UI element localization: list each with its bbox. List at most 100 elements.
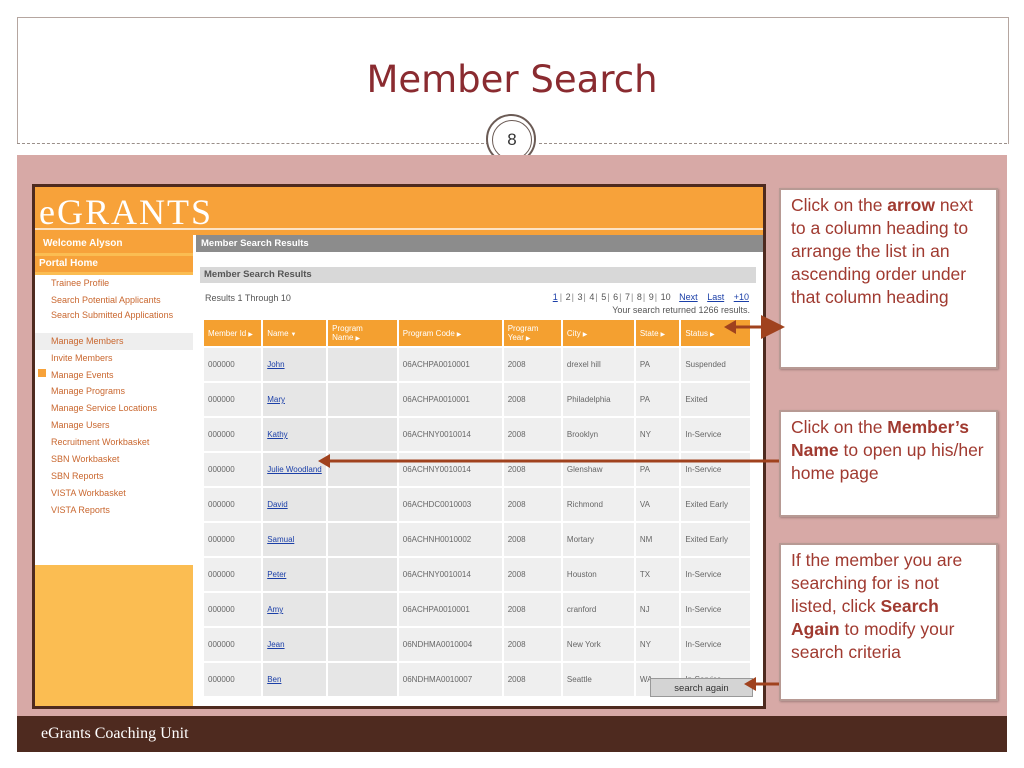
sidebar-item-sbn-workbasket[interactable]: SBN Workbasket: [35, 451, 193, 468]
member-name-link[interactable]: David: [267, 500, 287, 509]
column-header-name[interactable]: Name ▼: [263, 320, 327, 346]
member-name-link[interactable]: Peter: [267, 570, 286, 579]
sort-arrow-icon[interactable]: ▶: [661, 332, 666, 338]
cell-program-name: [328, 488, 397, 521]
main-content: Member Search Results Member Search Resu…: [196, 235, 763, 706]
cell-name: David: [263, 488, 327, 521]
column-header-program-name[interactable]: Program Name ▶: [328, 320, 397, 346]
callout-text: Click on the: [791, 195, 888, 215]
page-link-10[interactable]: 10: [661, 292, 671, 302]
page-link-6[interactable]: 6: [613, 292, 618, 302]
page-link-3[interactable]: 3: [578, 292, 583, 302]
cell-state: TX: [635, 558, 680, 591]
cell-program-name: [328, 523, 397, 556]
sidebar-item-vista-reports[interactable]: VISTA Reports: [35, 502, 193, 519]
cell-member-id: 000000: [204, 663, 262, 696]
member-name-link[interactable]: Amy: [267, 605, 283, 614]
table-row: 000000 Jean 06NDHMA0010004 2008 New York…: [204, 628, 750, 661]
sidebar-item-invite-members[interactable]: Invite Members: [35, 350, 193, 367]
sort-arrow-icon[interactable]: ▶: [583, 332, 588, 338]
cell-city: Brooklyn: [562, 418, 634, 451]
cell-name: Ben: [263, 663, 327, 696]
page-link-2[interactable]: 2: [566, 292, 571, 302]
app-screenshot: eGRANTS Welcome Alyson Portal Home Train…: [32, 184, 766, 709]
sidebar-item-manage-members[interactable]: Manage Members: [35, 332, 193, 350]
member-name-link[interactable]: Samual: [267, 535, 294, 544]
sort-arrow-icon[interactable]: ▶: [710, 332, 715, 338]
cell-program-year: 2008: [503, 523, 561, 556]
cell-member-id: 000000: [204, 593, 262, 626]
cell-status: In-Service: [681, 558, 750, 591]
member-name-link[interactable]: Jean: [267, 640, 284, 649]
table-row: 000000 David 06ACHDC0010003 2008 Richmon…: [204, 488, 750, 521]
cell-name: Mary: [263, 383, 327, 416]
sidebar-item-manage-service-locations[interactable]: Manage Service Locations: [35, 400, 193, 417]
sidebar: Welcome Alyson Portal Home Trainee Profi…: [35, 235, 193, 706]
cell-name: Peter: [263, 558, 327, 591]
egrants-logo: eGRANTS: [39, 192, 213, 232]
cell-status: In-Service: [681, 628, 750, 661]
sidebar-item-sbn-reports[interactable]: SBN Reports: [35, 468, 193, 485]
sort-arrow-icon[interactable]: ▶: [526, 336, 531, 342]
member-name-link[interactable]: John: [267, 360, 284, 369]
cell-name: Jean: [263, 628, 327, 661]
search-again-button[interactable]: search again: [650, 678, 753, 697]
sort-arrow-icon[interactable]: ▶: [248, 332, 253, 338]
column-header-program-code[interactable]: Program Code ▶: [398, 320, 502, 346]
cell-city: New York: [562, 628, 634, 661]
sidebar-item-vista-workbasket[interactable]: VISTA Workbasket: [35, 485, 193, 502]
cell-program-name: [328, 453, 397, 486]
cell-program-code: 06ACHDC0010003: [398, 488, 502, 521]
cell-program-code: 06NDHMA0010007: [398, 663, 502, 696]
sort-arrow-icon[interactable]: ▶: [355, 336, 360, 342]
next-page-link[interactable]: Next: [679, 292, 698, 302]
cell-program-year: 2008: [503, 628, 561, 661]
page-link-8[interactable]: 8: [637, 292, 642, 302]
column-header-status[interactable]: Status ▶: [681, 320, 750, 346]
sidebar-item-manage-users[interactable]: Manage Users: [35, 417, 193, 434]
results-section-header: Member Search Results: [200, 267, 756, 283]
cell-program-name: [328, 663, 397, 696]
cell-program-code: 06ACHPA0010001: [398, 348, 502, 381]
cell-status: Exited Early: [681, 523, 750, 556]
active-item-bullet-icon: [38, 369, 46, 377]
column-header-city[interactable]: City ▶: [562, 320, 634, 346]
cell-program-year: 2008: [503, 418, 561, 451]
sort-arrow-icon[interactable]: ▶: [457, 332, 462, 338]
last-page-link[interactable]: Last: [707, 292, 724, 302]
member-name-link[interactable]: Kathy: [267, 430, 287, 439]
column-header-state[interactable]: State ▶: [635, 320, 680, 346]
column-header-member-id[interactable]: Member Id ▶: [204, 320, 262, 346]
sidebar-item-trainee-profile[interactable]: Trainee Profile: [35, 275, 193, 292]
cell-program-year: 2008: [503, 453, 561, 486]
cell-member-id: 000000: [204, 348, 262, 381]
page-link-9[interactable]: 9: [649, 292, 654, 302]
cell-member-id: 000000: [204, 418, 262, 451]
column-label: City: [566, 328, 581, 338]
cell-city: drexel hill: [562, 348, 634, 381]
cell-status: In-Service: [681, 453, 750, 486]
sidebar-item-recruitment-workbasket[interactable]: Recruitment Workbasket: [35, 434, 193, 451]
page-link-7[interactable]: 7: [625, 292, 630, 302]
cell-city: Richmond: [562, 488, 634, 521]
cell-state: NM: [635, 523, 680, 556]
cell-state: NJ: [635, 593, 680, 626]
page-link-4[interactable]: 4: [589, 292, 594, 302]
cell-status: Suspended: [681, 348, 750, 381]
page-link-1[interactable]: 1: [553, 292, 558, 302]
sort-arrow-icon[interactable]: ▼: [291, 332, 297, 338]
portal-home-link[interactable]: Portal Home: [35, 256, 193, 272]
sidebar-item-manage-programs[interactable]: Manage Programs: [35, 383, 193, 400]
column-label: Member Id: [208, 328, 247, 338]
callout-sort-arrow: Click on the arrow next to a column head…: [779, 188, 998, 369]
page-link-5[interactable]: 5: [601, 292, 606, 302]
member-name-link[interactable]: Mary: [267, 395, 285, 404]
sidebar-item-search-potential-applicants[interactable]: Search Potential Applicants: [35, 292, 193, 309]
sidebar-item-manage-events[interactable]: Manage Events: [35, 367, 193, 384]
member-name-link[interactable]: Ben: [267, 675, 281, 684]
member-name-link[interactable]: Julie Woodland: [267, 465, 322, 474]
column-header-program-year[interactable]: Program Year ▶: [503, 320, 561, 346]
slide-number: 8: [492, 120, 532, 160]
sidebar-item-search-submitted-applications[interactable]: Search Submitted Applications: [35, 309, 193, 333]
plus-ten-link[interactable]: +10: [734, 292, 749, 302]
